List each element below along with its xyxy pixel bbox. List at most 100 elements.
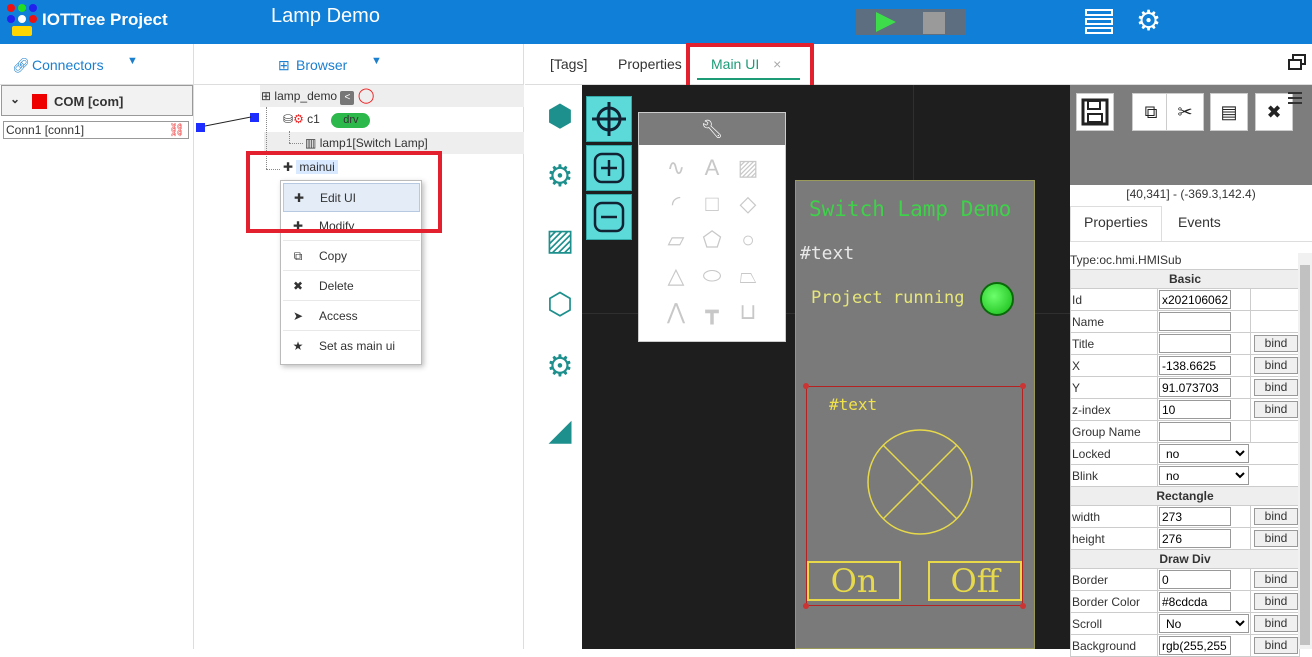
- resize-handle[interactable]: [1020, 603, 1026, 609]
- gears-icon[interactable]: ⚙: [539, 346, 581, 388]
- bind-button[interactable]: bind: [1254, 530, 1298, 547]
- ellipse-icon[interactable]: ⬭: [697, 261, 727, 291]
- border-color-input[interactable]: [1159, 592, 1231, 611]
- area-chart-icon[interactable]: ◢: [539, 410, 581, 452]
- picture-icon[interactable]: ▨: [733, 153, 763, 183]
- settings-gears-icon[interactable]: ⚙: [1136, 6, 1161, 36]
- parallelogram-icon[interactable]: ▱: [661, 225, 691, 255]
- paste-icon[interactable]: ▤: [1210, 93, 1248, 131]
- group-name-input[interactable]: [1159, 422, 1231, 441]
- zigzag-icon[interactable]: ⋀: [661, 297, 691, 327]
- play-icon[interactable]: [876, 12, 896, 32]
- zindex-input[interactable]: [1159, 400, 1231, 419]
- border-input[interactable]: [1159, 570, 1231, 589]
- prop-row-blink: Blink no: [1070, 464, 1300, 487]
- menu-item-access[interactable]: ➤ Access: [283, 302, 420, 331]
- device-label: lamp1[Switch Lamp]: [319, 136, 428, 150]
- menu-item-set-main-ui[interactable]: ★ Set as main ui: [283, 332, 420, 361]
- text-icon[interactable]: A: [697, 153, 727, 183]
- bind-button[interactable]: bind: [1254, 357, 1298, 374]
- bind-button[interactable]: bind: [1254, 571, 1298, 588]
- pan-tool-button[interactable]: [586, 96, 632, 142]
- background-input[interactable]: [1159, 636, 1231, 655]
- scroll-select[interactable]: No: [1159, 614, 1249, 633]
- arc-icon[interactable]: ◜: [661, 189, 691, 219]
- bind-button[interactable]: bind: [1254, 637, 1298, 654]
- pentagon-icon[interactable]: ⬠: [697, 225, 727, 255]
- hamburger-menu-icon[interactable]: [1288, 92, 1302, 107]
- bind-button[interactable]: bind: [1254, 401, 1298, 418]
- conn1-row[interactable]: Conn1 [conn1] ⛓: [3, 121, 189, 139]
- restore-window-icon[interactable]: [1288, 54, 1306, 70]
- circle-icon[interactable]: ○: [733, 225, 763, 255]
- diamond-icon[interactable]: ◇: [733, 189, 763, 219]
- on-button[interactable]: On: [807, 561, 901, 601]
- y-input[interactable]: [1159, 378, 1231, 397]
- id-input[interactable]: [1159, 290, 1231, 309]
- menu-item-label: Access: [319, 309, 358, 323]
- title-input[interactable]: [1159, 334, 1231, 353]
- zoom-in-button[interactable]: [586, 145, 632, 191]
- tree-node-lamp-demo[interactable]: ⊞ lamp_demo < ◯: [261, 85, 375, 107]
- resize-handle[interactable]: [803, 383, 809, 389]
- tab-tags[interactable]: [Tags]: [550, 56, 587, 72]
- bind-button[interactable]: bind: [1254, 615, 1298, 632]
- tree-node-c1[interactable]: ⛁⚙ c1 drv: [283, 108, 371, 130]
- connectors-header[interactable]: 🔗︎ Connectors ▼: [0, 44, 193, 85]
- hmi-panel[interactable]: Switch Lamp Demo #text Project running #…: [795, 180, 1035, 649]
- chevron-down-icon[interactable]: ⌄: [10, 92, 20, 106]
- send-icon: ➤: [292, 309, 304, 323]
- name-input[interactable]: [1159, 312, 1231, 331]
- caret-down-icon[interactable]: ▼: [127, 55, 138, 67]
- save-icon[interactable]: [1076, 93, 1114, 131]
- cubes-icon[interactable]: ⬡: [539, 284, 581, 326]
- wrench-icon[interactable]: 🔧︎: [639, 113, 785, 145]
- menu-item-delete[interactable]: ✖ Delete: [283, 272, 420, 301]
- menu-item-label: Copy: [319, 249, 348, 263]
- width-input[interactable]: [1159, 507, 1231, 526]
- server-icon[interactable]: [1085, 9, 1113, 35]
- tab-events[interactable]: Events: [1178, 215, 1221, 252]
- height-input[interactable]: [1159, 529, 1231, 548]
- shape-palette: 🔧︎ ∿ A ▨ ◜ □ ◇ ▱ ⬠ ○ △ ⬭ ⏢ ⋀ ┳ ⊔: [638, 112, 786, 342]
- resize-handle[interactable]: [803, 603, 809, 609]
- bind-button[interactable]: bind: [1254, 593, 1298, 610]
- bind-button[interactable]: bind: [1254, 335, 1298, 352]
- share-icon[interactable]: <: [340, 91, 355, 105]
- cube-icon[interactable]: ⬢: [539, 96, 581, 138]
- resize-handle[interactable]: [1020, 383, 1026, 389]
- polygon-icon[interactable]: ⏢: [733, 261, 763, 291]
- x-input[interactable]: [1159, 356, 1231, 375]
- prop-row-width: width bind: [1070, 505, 1300, 528]
- caret-down-icon[interactable]: ▼: [371, 55, 382, 67]
- prop-row-scroll: Scroll No bind: [1070, 612, 1300, 635]
- browser-header[interactable]: ⊞ Browser ▼: [194, 44, 523, 85]
- off-button[interactable]: Off: [928, 561, 1022, 601]
- zoom-out-button[interactable]: [586, 194, 632, 240]
- cut-icon[interactable]: ✂: [1166, 93, 1204, 131]
- tab-properties[interactable]: Properties: [618, 56, 682, 72]
- driver-badge[interactable]: drv: [331, 113, 371, 128]
- locked-select[interactable]: no: [1159, 444, 1249, 463]
- bind-button[interactable]: bind: [1254, 379, 1298, 396]
- properties-scrollbar[interactable]: [1298, 253, 1312, 649]
- com-connector[interactable]: ⌄ COM [com]: [1, 85, 193, 116]
- ruler-icon[interactable]: ⊔: [733, 297, 763, 327]
- menu-item-copy[interactable]: ⧉ Copy: [283, 242, 420, 271]
- hmi-sub-component[interactable]: #text On Off: [803, 383, 1026, 609]
- connectors-panel: 🔗︎ Connectors ▼ ⌄ COM [com] Conn1 [conn1…: [0, 44, 194, 649]
- image-icon[interactable]: ▨: [539, 220, 581, 262]
- type-label: Type:oc.hmi.HMISub: [1070, 253, 1182, 267]
- pipe-icon[interactable]: ┳: [697, 297, 727, 327]
- gear-icon[interactable]: ⚙: [539, 156, 581, 198]
- bind-button[interactable]: bind: [1254, 508, 1298, 525]
- stop-icon[interactable]: [923, 12, 945, 34]
- hmi-title: Switch Lamp Demo: [809, 197, 1012, 221]
- prop-row-border-color: Border Color bind: [1070, 590, 1300, 613]
- rectangle-icon[interactable]: □: [697, 189, 727, 219]
- curve-icon[interactable]: ∿: [661, 153, 691, 183]
- blink-select[interactable]: no: [1159, 466, 1249, 485]
- refresh-icon[interactable]: ◯: [358, 87, 375, 104]
- triangle-icon[interactable]: △: [661, 261, 691, 291]
- copy-icon[interactable]: ⧉: [1132, 93, 1170, 131]
